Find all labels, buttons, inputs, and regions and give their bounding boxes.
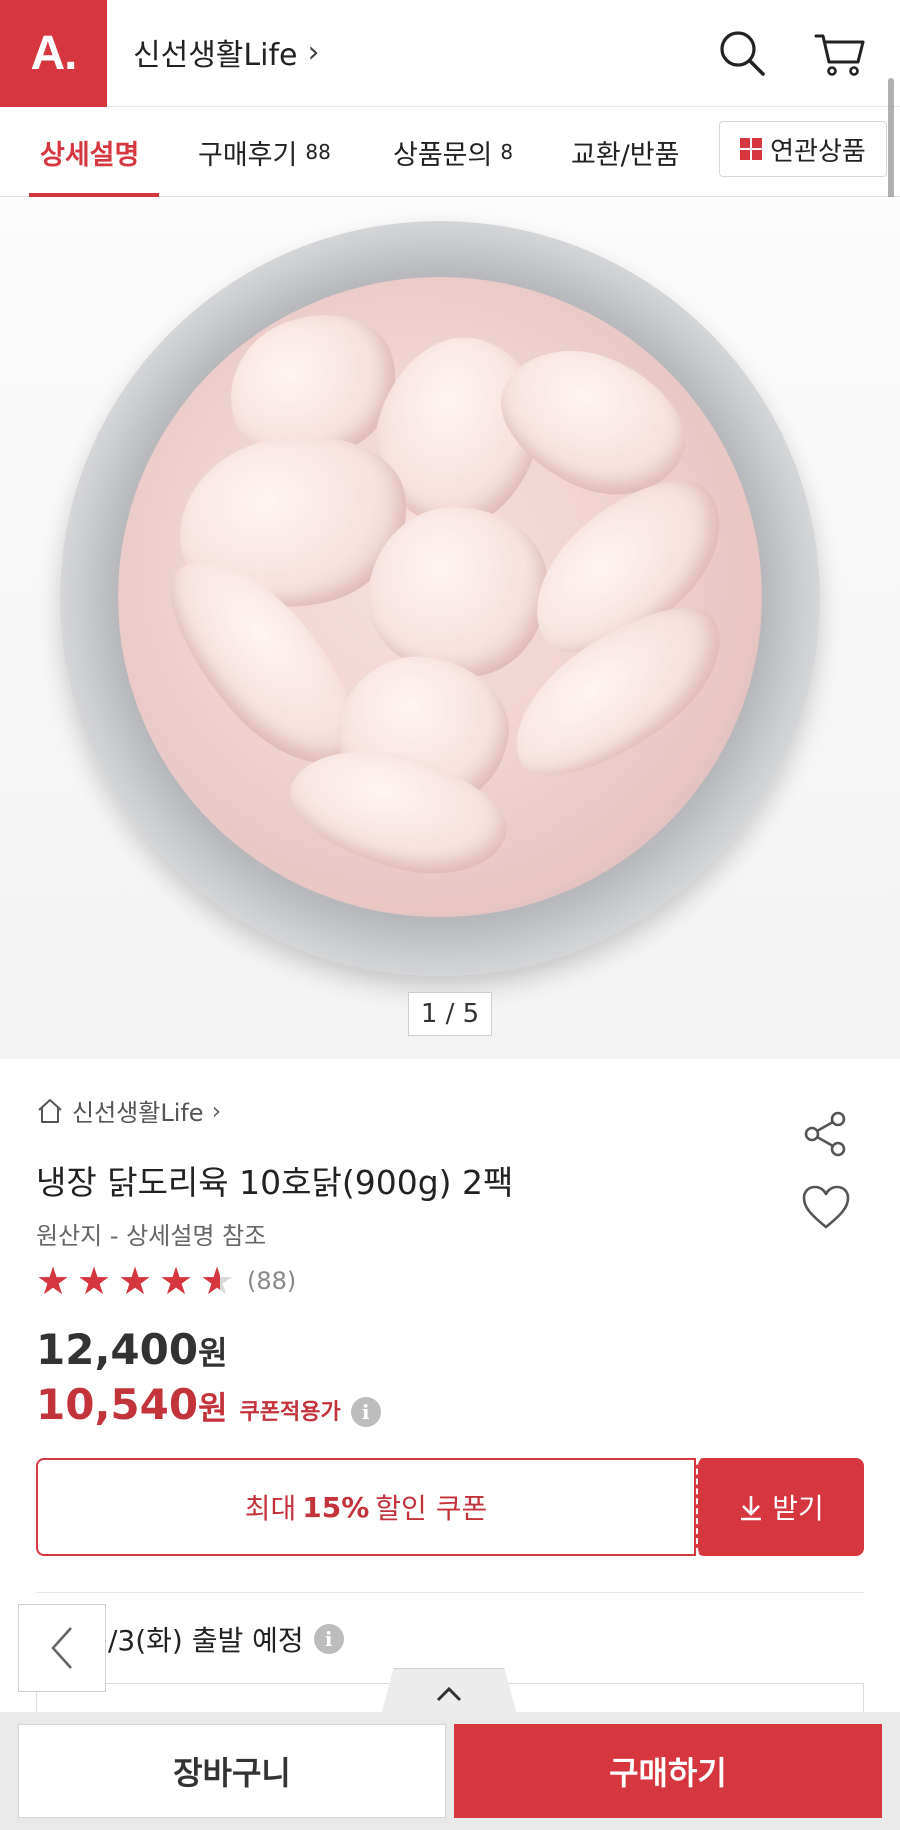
chevron-right-icon: › [307,34,320,70]
tab-label: 구매후기 [198,139,298,171]
related-products-button[interactable]: 연관상품 [719,121,887,177]
sale-price-unit: 원 [198,1389,228,1427]
rating[interactable]: ★ ★ ★ ★ ★ ★ ★ ★ ★ ★ (88) [36,1262,296,1300]
store-link[interactable]: 신선생활Life › [36,1093,221,1128]
product-image[interactable]: 1 / 5 [0,197,900,1059]
tab-reviews[interactable]: 구매후기 88 [198,107,331,197]
chevron-up-icon [436,1686,462,1701]
coupon-banner[interactable]: 최대 15% 할인 쿠폰 [36,1458,696,1556]
home-icon [38,1098,62,1123]
tab-label: 상품문의 [393,139,493,171]
product-origin: 원산지 - 상세설명 참조 [36,1222,267,1250]
heart-icon[interactable] [800,1183,852,1231]
price-unit: 원 [198,1334,228,1372]
star-icon: ★ ★ [159,1259,194,1303]
info-icon[interactable]: i [350,1397,381,1427]
sale-price-value: 10,540 [36,1380,199,1429]
coupon-suffix: 할인 쿠폰 [375,1492,488,1525]
expand-options-handle[interactable] [380,1668,518,1718]
store-title-link[interactable]: 신선생활Life › [133,30,319,74]
coupon-price-note: 쿠폰적용가 [239,1400,341,1425]
back-button[interactable] [18,1604,106,1692]
store-name: 신선생활Life [72,1099,204,1127]
add-to-cart-button[interactable]: 장바구니 [18,1724,446,1818]
bottom-action-bar: 장바구니 구매하기 [0,1712,900,1830]
chevron-right-icon: › [211,1096,222,1125]
tab-bar: 상세설명 구매후기 88 상품문의 8 교환/반품 연관상품 [0,107,900,198]
tab-exchange-return[interactable]: 교환/반품 [571,107,679,197]
coupon-percent: 15% [302,1490,370,1524]
star-icon: ★ ★ [77,1259,112,1303]
download-label: 받기 [772,1492,824,1525]
top-bar: A. 신선생활Life › [0,0,900,107]
divider [36,1592,864,1593]
tab-label: 상세설명 [40,139,140,171]
chevron-left-icon [51,1627,72,1669]
star-icon: ★ ★ [36,1259,71,1303]
cart-icon[interactable] [812,26,868,82]
coupon-download-button[interactable]: 받기 [696,1458,864,1556]
buy-now-button[interactable]: 구매하기 [454,1724,882,1818]
tab-label: 교환/반품 [571,139,680,171]
coupon-price: 10,540 원 쿠폰적용가 i [36,1380,381,1429]
price-value: 12,400 [36,1325,199,1374]
product-title: 냉장 닭도리육 10호닭(900g) 2팩 [36,1163,514,1202]
download-icon [741,1496,762,1521]
share-icon[interactable] [800,1109,850,1159]
info-icon[interactable]: i [313,1624,344,1654]
tab-count: 88 [305,140,331,164]
store-title: 신선생활Life [133,38,298,73]
logo-text: A. [30,27,78,80]
bowl-image [60,221,820,976]
related-products-label: 연관상품 [770,136,866,167]
image-page-indicator: 1 / 5 [408,992,492,1036]
shipping-text: /3(화) 출발 예정 [108,1624,304,1657]
star-icon: ★ ★ [200,1259,235,1303]
tab-count: 8 [500,140,514,164]
tab-details[interactable]: 상세설명 [40,107,139,197]
coupon-prefix: 최대 [244,1492,297,1525]
grid-icon [740,138,763,160]
tab-inquiries[interactable]: 상품문의 8 [393,107,513,197]
shipping-info: /3(화) 출발 예정 i [108,1619,344,1659]
original-price: 12,400원 [36,1325,228,1374]
brand-logo[interactable]: A. [0,0,107,107]
review-count: (88) [247,1267,297,1295]
search-icon[interactable] [714,26,770,82]
star-icon: ★ ★ [118,1259,153,1303]
